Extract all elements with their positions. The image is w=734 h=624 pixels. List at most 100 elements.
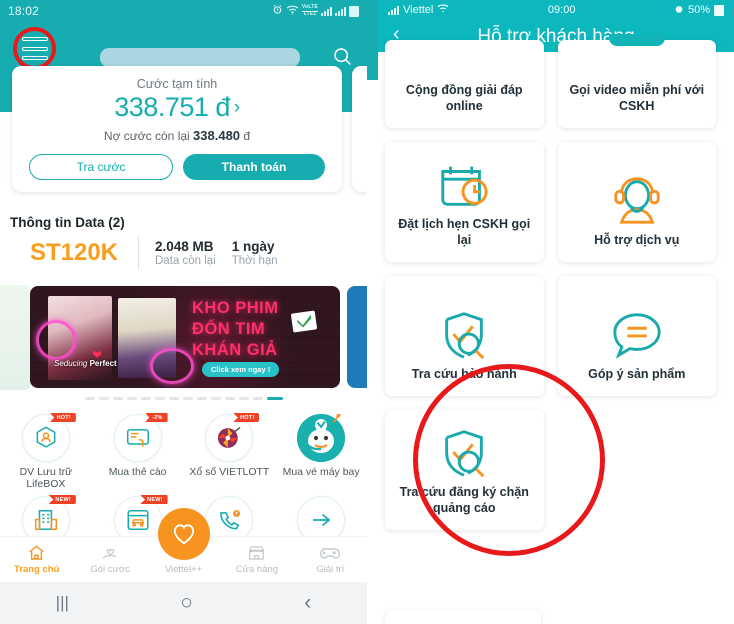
support-card[interactable]: Gọi video miễn phí với CSKH — [557, 34, 716, 128]
annotation-circle-menu — [13, 27, 56, 70]
data-remaining-label: Data còn lại — [155, 255, 216, 267]
lottery-wheel-icon[interactable]: HOT! — [205, 413, 260, 462]
viettel-plus-fab-button[interactable] — [157, 508, 210, 560]
banner-headline: KHO PHIM ĐỐN TIM KHÁN GIẢ — [192, 299, 279, 359]
calendar-clock-icon — [435, 154, 493, 216]
carousel-dot[interactable] — [266, 396, 283, 400]
data-section-heading: Thông tin Data (2) — [10, 215, 125, 230]
service-item[interactable]: HOT! DV Lưu trữ LifeBOX — [0, 413, 92, 490]
next-banner-peek[interactable] — [347, 286, 367, 388]
home-button[interactable]: ○ — [180, 591, 193, 615]
gamepad-icon — [320, 547, 341, 559]
check-charges-button[interactable]: Tra cước — [29, 154, 173, 180]
support-card[interactable]: Tra cứu bảo hành — [385, 276, 544, 396]
promo-badge: NEW! — [48, 495, 76, 504]
debt-unit: đ — [243, 129, 251, 143]
status-time: 18:02 — [8, 4, 40, 18]
carousel-dot[interactable] — [252, 396, 263, 400]
tab-cua-hang[interactable]: Cửa hàng — [220, 544, 293, 575]
data-remaining-cell: 2.048 MB Data còn lại — [139, 239, 216, 267]
battery-icon — [349, 5, 359, 17]
redacted-account-label — [100, 48, 300, 67]
mascot-icon — [297, 413, 346, 462]
shield-check-search-icon — [435, 422, 493, 484]
next-card-peek[interactable] — [385, 610, 541, 624]
support-card-label: Tra cứu đăng ký chặn quảng cáo — [399, 485, 529, 515]
support-card[interactable]: Đặt lịch hẹn CSKH gọi lại — [385, 142, 544, 262]
carousel-dot[interactable] — [84, 396, 95, 400]
service-item[interactable]: -2% Mua thẻ cào — [92, 413, 184, 490]
support-card-label: Cộng đồng giải đáp online — [405, 83, 523, 113]
promo-banner[interactable]: ❤ Seducing Perfect KHO PHIM ĐỐN TIM KHÁN… — [30, 286, 340, 388]
carousel-dot[interactable] — [168, 396, 179, 400]
left-phone-screen: 18:02 VoLTE LTE1 Cước tạm tính 338.751 đ… — [0, 0, 367, 624]
tab-label: Gói cước — [90, 564, 130, 575]
data-package-name: ST120K — [29, 239, 119, 266]
carousel-dot[interactable] — [224, 396, 235, 400]
carousel-dot[interactable] — [98, 396, 109, 400]
service-label: Xổ số VIETLOTT — [189, 466, 270, 478]
service-label: DV Lưu trữ LifeBOX — [19, 466, 73, 490]
promo-badge: HOT! — [49, 413, 76, 422]
support-cards-grid: Cộng đồng giải đáp online Gọi video miễn … — [367, 34, 734, 556]
previous-banner-peek[interactable] — [0, 285, 32, 390]
promo-banner-carousel[interactable]: ❤ Seducing Perfect KHO PHIM ĐỐN TIM KHÁN… — [0, 285, 367, 390]
banner-cta-button[interactable]: Click xem ngay ! — [202, 362, 280, 377]
data-validity-value: 1 ngày — [231, 239, 275, 254]
tab-goi-cuoc[interactable]: Gói cước — [73, 544, 146, 575]
heart-icon — [173, 524, 194, 545]
carousel-dot[interactable] — [126, 396, 137, 400]
service-item[interactable]: HOT! Xổ số VIETLOTT — [184, 413, 276, 490]
carousel-dot[interactable] — [112, 396, 123, 400]
signal-icon — [335, 6, 346, 16]
support-card-label: Gọi video miễn phí với CSKH — [569, 83, 705, 113]
carousel-dot[interactable] — [210, 396, 221, 400]
chevron-right-icon: › — [233, 96, 240, 118]
right-phone-screen: Viettel 09:00 50% ‹ Hỗ trợ khách hàng Cộ… — [367, 0, 734, 624]
hand-heart-icon — [102, 548, 116, 559]
data-remaining-value: 2.048 MB — [155, 239, 214, 254]
tab-trang-chu[interactable]: Trang chủ — [0, 544, 73, 575]
support-card[interactable]: Cộng đồng giải đáp online — [385, 40, 544, 128]
bill-amount: 338.751 đ — [114, 92, 230, 122]
service-item[interactable]: Mua vé máy bay — [275, 413, 367, 490]
carousel-dot[interactable] — [182, 396, 193, 400]
cloud-storage-icon[interactable]: HOT! — [21, 413, 76, 462]
support-card[interactable]: Hỗ trợ dịch vụ — [557, 142, 716, 262]
carousel-dots[interactable] — [0, 394, 367, 402]
support-card[interactable]: Góp ý sản phẩm — [557, 276, 716, 396]
promo-badge: NEW! — [140, 495, 168, 504]
bill-amount-row[interactable]: 338.751 đ › — [12, 92, 342, 123]
tab-label: Cửa hàng — [235, 564, 279, 575]
support-card-label: Góp ý sản phẩm — [588, 367, 686, 381]
recents-button[interactable]: ||| — [56, 593, 69, 613]
remaining-debt-row: Nợ cước còn lại 338.480 đ — [12, 128, 342, 143]
carousel-dot[interactable] — [154, 396, 165, 400]
support-card-label: Tra cứu bảo hành — [411, 367, 517, 381]
neon-ring-decoration — [36, 320, 76, 360]
promo-badge: -2% — [145, 413, 168, 422]
status-time: 09:00 — [547, 4, 576, 16]
carousel-dot[interactable] — [196, 396, 207, 400]
bill-summary-card[interactable]: Cước tạm tính 338.751 đ › Nợ cước còn lạ… — [12, 66, 342, 192]
volte-icon: VoLTE LTE1 — [301, 4, 318, 17]
support-card-label: Đặt lịch hẹn CSKH gọi lại — [398, 217, 531, 247]
tab-giai-tri[interactable]: Giải trí — [294, 545, 367, 575]
alarm-icon — [272, 4, 283, 18]
pay-button[interactable]: Thanh toán — [183, 154, 325, 180]
wifi-icon — [437, 4, 449, 16]
data-section-row: ST120K 2.048 MB Data còn lại 1 ngày Thời… — [10, 236, 357, 270]
battery-percent: 50% — [687, 4, 710, 16]
carousel-dot[interactable] — [140, 396, 151, 400]
bottom-tab-bar: Trang chủ Gói cước Viettel++ Cửa hàng Gi… — [0, 508, 367, 582]
neon-ring-decoration — [150, 348, 194, 384]
tab-label: Trang chủ — [14, 564, 60, 575]
tab-label: Giải trí — [316, 563, 345, 575]
support-card[interactable]: Tra cứu đăng ký chặn quảng cáo — [385, 364, 605, 556]
scratch-card-icon[interactable]: -2% — [113, 413, 168, 462]
left-status-bar: 18:02 VoLTE LTE1 — [0, 0, 367, 22]
service-label: Mua thẻ cào — [108, 466, 167, 478]
back-button[interactable]: ‹ — [304, 591, 311, 615]
shield-check-search-icon — [435, 304, 493, 366]
carousel-dot[interactable] — [238, 396, 249, 400]
